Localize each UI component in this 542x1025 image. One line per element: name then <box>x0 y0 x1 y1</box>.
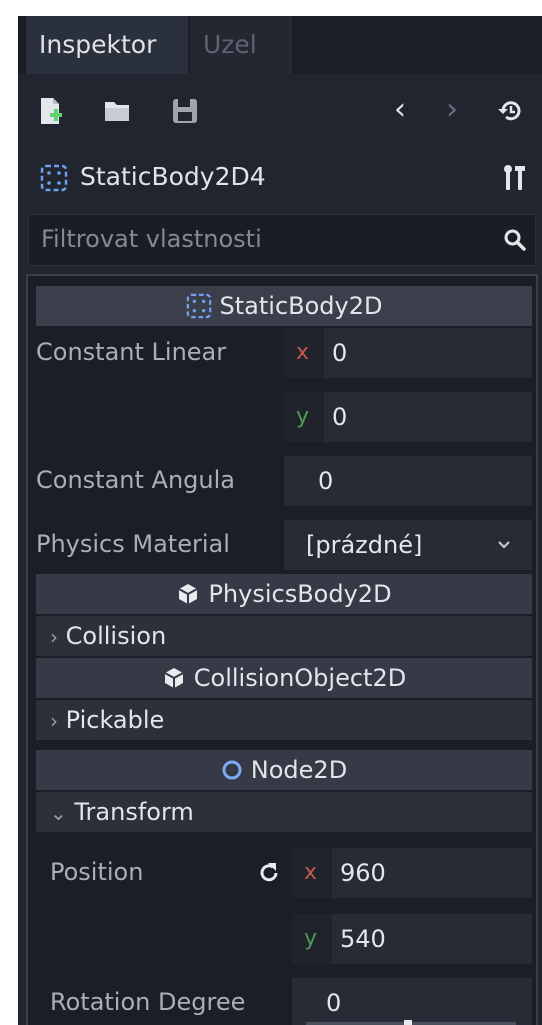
section-title: StaticBody2D <box>219 292 383 320</box>
position-x-field[interactable]: x 960 <box>292 848 532 898</box>
rotation-label: Rotation Degree <box>50 988 246 1016</box>
group-title: Collision <box>65 622 167 650</box>
axis-x-label: x <box>304 860 318 885</box>
inspector-toolbar: ‹ › <box>18 86 542 136</box>
group-title: Transform <box>74 798 194 826</box>
chevron-right-icon: › <box>50 625 58 649</box>
constant-angular-label: Constant Angula <box>36 466 235 494</box>
section-collision-object-2d: CollisionObject2D <box>36 658 532 698</box>
history-icon[interactable] <box>496 96 526 126</box>
constant-linear-y-field[interactable]: y 0 <box>284 392 532 442</box>
inspector-panel: Inspektor Uzel ‹ › StaticBody2D4 Filtrov… <box>18 16 542 1025</box>
constant-angular-value: 0 <box>318 467 334 495</box>
group-collision[interactable]: › Collision <box>36 616 532 656</box>
group-title: Pickable <box>65 706 165 734</box>
back-icon[interactable]: ‹ <box>394 90 406 130</box>
constant-linear-y-value: 0 <box>332 403 348 431</box>
filter-placeholder: Filtrovat vlastnosti <box>41 225 262 253</box>
tab-node[interactable]: Uzel <box>190 16 292 74</box>
section-title: CollisionObject2D <box>193 664 407 692</box>
save-icon[interactable] <box>170 96 200 126</box>
chevron-right-icon: › <box>50 709 58 733</box>
rotation-slider-grabber[interactable] <box>404 1020 412 1025</box>
new-resource-icon[interactable] <box>36 96 66 126</box>
selected-node-row: StaticBody2D4 <box>18 152 542 204</box>
axis-y-label: y <box>304 926 318 951</box>
forward-icon[interactable]: › <box>446 90 458 130</box>
section-physics-body-2d: PhysicsBody2D <box>36 574 532 614</box>
chevron-down-icon <box>498 541 510 549</box>
cube-icon <box>164 668 184 688</box>
position-y-field[interactable]: y 540 <box>292 914 532 964</box>
open-folder-icon[interactable] <box>102 96 132 126</box>
physics-material-label: Physics Material <box>36 530 230 558</box>
group-pickable[interactable]: › Pickable <box>36 700 532 740</box>
section-static-body-2d: StaticBody2D <box>36 286 532 326</box>
constant-linear-x-field[interactable]: x 0 <box>284 328 532 378</box>
position-y-value: 540 <box>340 925 386 953</box>
position-x-value: 960 <box>340 859 386 887</box>
constant-linear-x-value: 0 <box>332 339 348 367</box>
axis-x-label: x <box>296 340 310 365</box>
position-label: Position <box>50 858 144 886</box>
section-title: Node2D <box>250 756 348 784</box>
tab-bar: Inspektor Uzel <box>18 16 542 74</box>
search-icon <box>504 229 526 251</box>
physics-material-picker[interactable]: [prázdné] <box>284 520 532 570</box>
static-body-icon <box>40 164 68 192</box>
tools-icon[interactable] <box>502 164 528 192</box>
property-list: StaticBody2D Constant Linear x 0 y 0 Con… <box>26 274 538 1025</box>
rotation-field[interactable]: 0 <box>292 978 532 1025</box>
revert-icon[interactable] <box>256 860 282 886</box>
section-node-2d: Node2D <box>36 750 532 790</box>
tab-inspector[interactable]: Inspektor <box>26 16 188 74</box>
cube-icon <box>178 584 198 604</box>
group-transform[interactable]: ⌄ Transform <box>36 792 532 832</box>
section-title: PhysicsBody2D <box>208 580 392 608</box>
node2d-circle-icon <box>222 760 242 780</box>
static-body-icon <box>186 293 211 319</box>
constant-angular-field[interactable]: 0 <box>284 456 532 506</box>
chevron-down-icon: ⌄ <box>50 801 67 825</box>
filter-properties-input[interactable]: Filtrovat vlastnosti <box>28 214 536 266</box>
axis-y-label: y <box>296 404 310 429</box>
constant-linear-label: Constant Linear <box>36 338 227 366</box>
selected-node-name: StaticBody2D4 <box>80 162 266 191</box>
rotation-value: 0 <box>326 989 342 1017</box>
physics-material-value: [prázdné] <box>306 531 423 559</box>
